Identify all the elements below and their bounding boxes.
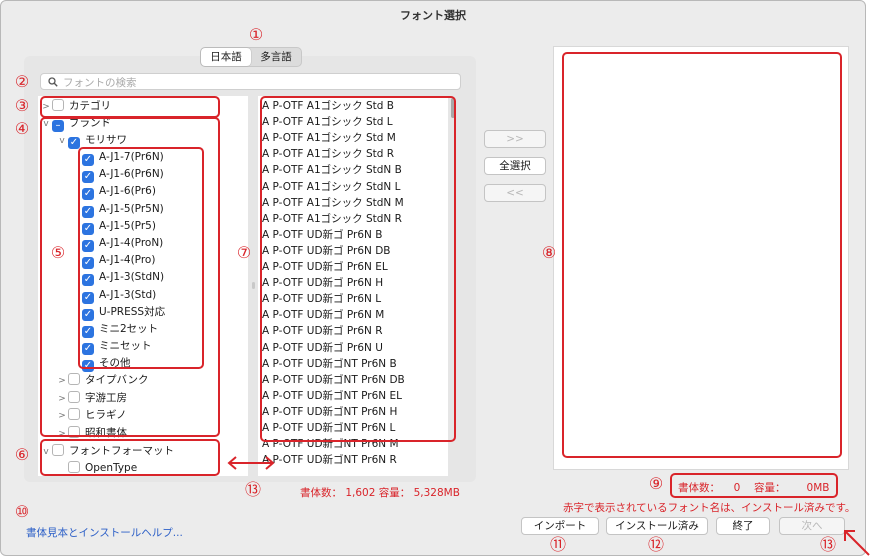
annotation-8: ⑧ xyxy=(541,243,557,262)
annotation-box-category xyxy=(40,96,220,118)
annotation-3: ③ xyxy=(14,96,30,115)
annotation-10: ⑩ xyxy=(14,502,30,521)
annotation-13b: ⑬ xyxy=(819,535,836,554)
tab-multilingual[interactable]: 多言語 xyxy=(251,48,301,66)
language-segmented-control[interactable]: 日本語 多言語 xyxy=(200,47,302,67)
font-list-item[interactable]: A P-OTF UD新ゴNT Pr6N R xyxy=(262,452,397,469)
pointer-arrow-icon xyxy=(844,530,870,556)
help-link[interactable]: 書体見本とインストールヘルプ... xyxy=(26,525,183,540)
annotation-9: ⑨ xyxy=(648,474,664,493)
import-button[interactable]: インポート xyxy=(521,517,599,535)
annotation-box-count xyxy=(670,473,838,498)
annotation-box-fontlist xyxy=(260,96,456,442)
tab-japanese[interactable]: 日本語 xyxy=(201,48,251,66)
font-search-input[interactable]: フォントの検索 xyxy=(40,73,461,90)
annotation-12: ⑫ xyxy=(647,535,664,554)
annotation-7: ⑦ xyxy=(236,243,252,262)
installed-note: 赤字で表示されているフォント名は、インストール済みです。 xyxy=(563,502,856,514)
annotation-11: ⑪ xyxy=(549,535,566,554)
annotation-box-selected xyxy=(562,52,842,458)
annotation-box-format xyxy=(40,439,220,476)
left-font-count: 書体数： 1,602 容量： 5,328MB xyxy=(300,487,460,499)
annotation-2: ② xyxy=(14,72,30,91)
annotation-1: ① xyxy=(248,25,264,44)
quit-button[interactable]: 終了 xyxy=(716,517,770,535)
next-button[interactable]: 次へ xyxy=(779,517,845,535)
add-button[interactable]: >> xyxy=(484,130,546,148)
annotation-6: ⑥ xyxy=(14,445,30,464)
search-icon xyxy=(48,77,58,87)
search-placeholder: フォントの検索 xyxy=(63,77,137,89)
installed-button[interactable]: インストール済み xyxy=(606,517,708,535)
window-title: フォント選択 xyxy=(400,9,466,22)
annotation-box-subsets xyxy=(78,147,204,369)
remove-button[interactable]: << xyxy=(484,184,546,202)
select-all-button[interactable]: 全選択 xyxy=(484,157,546,175)
annotation-4: ④ xyxy=(14,119,30,138)
double-arrow-icon xyxy=(227,456,275,470)
annotation-13a: ⑬ xyxy=(244,480,261,499)
split-divider-handle[interactable] xyxy=(252,282,255,289)
annotation-5: ⑤ xyxy=(50,243,66,262)
